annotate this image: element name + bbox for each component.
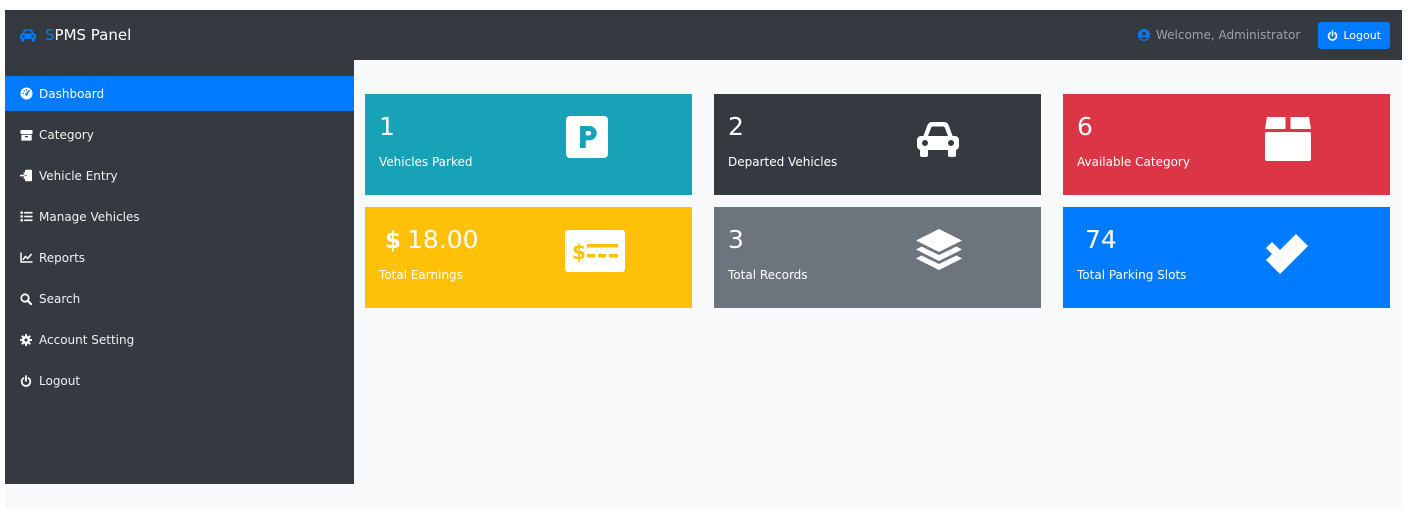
card-label: Departed Vehicles bbox=[728, 155, 838, 169]
card-departed-vehicles[interactable]: 2 Departed Vehicles bbox=[714, 94, 1041, 195]
card-total-earnings[interactable]: $18.00 Total Earnings $ bbox=[365, 207, 692, 308]
card-value: 6 bbox=[1077, 112, 1093, 141]
manage-list-icon bbox=[19, 210, 33, 224]
currency-symbol: $ bbox=[385, 228, 402, 254]
card-available-category[interactable]: 6 Available Category bbox=[1063, 94, 1390, 195]
power-icon bbox=[19, 374, 33, 388]
sidebar-item-label: Account Setting bbox=[39, 332, 135, 347]
user-area: Welcome, Administrator Logout bbox=[1138, 21, 1390, 49]
top-navbar: S PMS Panel Welcome, Administrator Logout bbox=[5, 10, 1402, 60]
card-value: 2 bbox=[728, 112, 744, 141]
logout-button-label: Logout bbox=[1343, 28, 1381, 42]
box-icon bbox=[1263, 113, 1313, 163]
search-icon bbox=[19, 292, 33, 306]
sidebar-item-label: Category bbox=[39, 127, 94, 142]
sidebar-item-label: Reports bbox=[39, 250, 86, 265]
power-icon bbox=[1328, 29, 1338, 41]
sidebar-item-vehicle-entry[interactable]: Vehicle Entry bbox=[5, 158, 354, 193]
sidebar-item-manage-vehicles[interactable]: Manage Vehicles bbox=[5, 199, 354, 234]
money-check-icon: $ bbox=[565, 230, 625, 272]
welcome-text: Welcome, Administrator bbox=[1156, 28, 1301, 42]
card-value: 3 bbox=[728, 225, 744, 254]
card-label: Total Parking Slots bbox=[1077, 268, 1187, 282]
sidebar-item-reports[interactable]: Reports bbox=[5, 240, 354, 275]
svg-text:$: $ bbox=[572, 240, 586, 264]
brand-initial: S bbox=[45, 26, 55, 44]
sidebar-item-label: Logout bbox=[39, 373, 81, 388]
card-label: Total Earnings bbox=[379, 268, 463, 282]
dashboard-icon bbox=[19, 87, 33, 101]
category-icon bbox=[19, 128, 33, 142]
sidebar-item-label: Vehicle Entry bbox=[39, 168, 118, 183]
logout-button[interactable]: Logout bbox=[1318, 21, 1390, 49]
brand[interactable]: S PMS Panel bbox=[19, 26, 131, 44]
earnings-amount: 18.00 bbox=[407, 225, 479, 254]
car-icon bbox=[914, 120, 962, 158]
sidebar: Dashboard Category Vehicle Entry Manage … bbox=[5, 60, 354, 484]
sidebar-item-label: Dashboard bbox=[39, 86, 105, 101]
sidebar-item-category[interactable]: Category bbox=[5, 117, 354, 152]
card-total-parking-slots[interactable]: 74 Total Parking Slots bbox=[1063, 207, 1390, 308]
card-vehicles-parked[interactable]: 1 Vehicles Parked bbox=[365, 94, 692, 195]
card-total-records[interactable]: 3 Total Records bbox=[714, 207, 1041, 308]
sidebar-item-account-setting[interactable]: Account Setting bbox=[5, 322, 354, 357]
sidebar-item-label: Manage Vehicles bbox=[39, 209, 140, 224]
sidebar-item-label: Search bbox=[39, 291, 81, 306]
sidebar-item-search[interactable]: Search bbox=[5, 281, 354, 316]
double-check-icon bbox=[1263, 229, 1313, 275]
app-frame: S PMS Panel Welcome, Administrator Logout bbox=[5, 10, 1402, 509]
user-circle-icon bbox=[1138, 29, 1150, 41]
card-value: $18.00 bbox=[385, 225, 479, 256]
welcome-message: Welcome, Administrator bbox=[1138, 28, 1300, 42]
layers-icon bbox=[914, 227, 964, 277]
card-label: Available Category bbox=[1077, 155, 1190, 169]
parking-icon bbox=[566, 116, 608, 158]
chart-icon bbox=[19, 251, 33, 265]
card-label: Total Records bbox=[728, 268, 808, 282]
sidebar-item-logout[interactable]: Logout bbox=[5, 363, 354, 398]
brand-title: PMS Panel bbox=[54, 26, 132, 44]
vehicle-entry-icon bbox=[19, 169, 33, 183]
gear-icon bbox=[19, 333, 33, 347]
card-value: 74 bbox=[1085, 225, 1117, 254]
card-label: Vehicles Parked bbox=[379, 155, 473, 169]
card-value: 1 bbox=[379, 112, 395, 141]
car-icon bbox=[19, 28, 37, 42]
sidebar-item-dashboard[interactable]: Dashboard bbox=[5, 76, 354, 111]
